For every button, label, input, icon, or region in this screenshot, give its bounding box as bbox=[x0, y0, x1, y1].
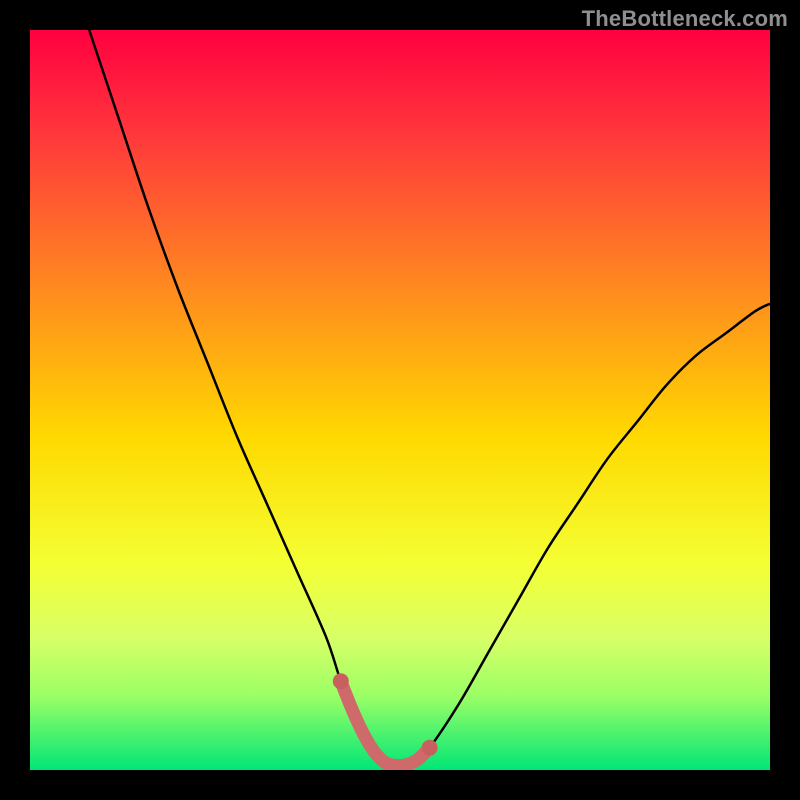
highlight-endpoint-left bbox=[333, 673, 349, 689]
watermark-text: TheBottleneck.com bbox=[582, 6, 788, 32]
highlight-endpoint-right bbox=[422, 740, 438, 756]
bottleneck-chart bbox=[30, 30, 770, 770]
chart-frame: TheBottleneck.com bbox=[0, 0, 800, 800]
gradient-bg bbox=[30, 30, 770, 770]
